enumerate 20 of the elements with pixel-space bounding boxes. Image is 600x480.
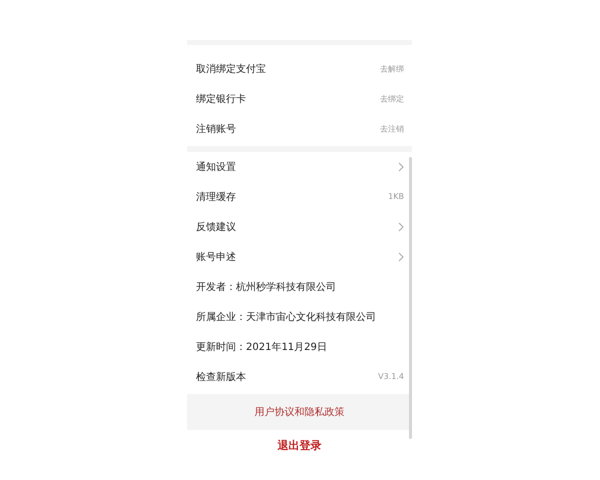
row-value: 去绑定 xyxy=(380,94,404,105)
row-value: V3.1.4 xyxy=(378,371,404,383)
row-label: 检查新版本 xyxy=(196,370,246,384)
row-label: 开发者：杭州秒学科技有限公司 xyxy=(196,280,336,294)
row-value: 去解绑 xyxy=(380,64,404,75)
row-label: 清理缓存 xyxy=(196,190,236,204)
row-label: 取消绑定支付宝 xyxy=(196,62,266,76)
row-label: 所属企业：天津市宙心文化科技有限公司 xyxy=(196,310,376,324)
chevron-right-icon xyxy=(398,162,404,172)
row-label: 注销账号 xyxy=(196,122,236,136)
row-label: 绑定银行卡 xyxy=(196,92,246,106)
row-value: 去注销 xyxy=(380,124,404,135)
row-label: 账号申述 xyxy=(196,250,236,264)
chevron-right-icon xyxy=(398,252,404,262)
row-label: 更新时间：2021年11月29日 xyxy=(196,340,327,354)
policy-link[interactable]: 用户协议和隐私政策 xyxy=(254,404,344,420)
chevron-right-icon xyxy=(398,222,404,232)
row-value: 1KB xyxy=(388,191,404,203)
row-label: 反馈建议 xyxy=(196,220,236,234)
row-label: 通知设置 xyxy=(196,160,236,174)
